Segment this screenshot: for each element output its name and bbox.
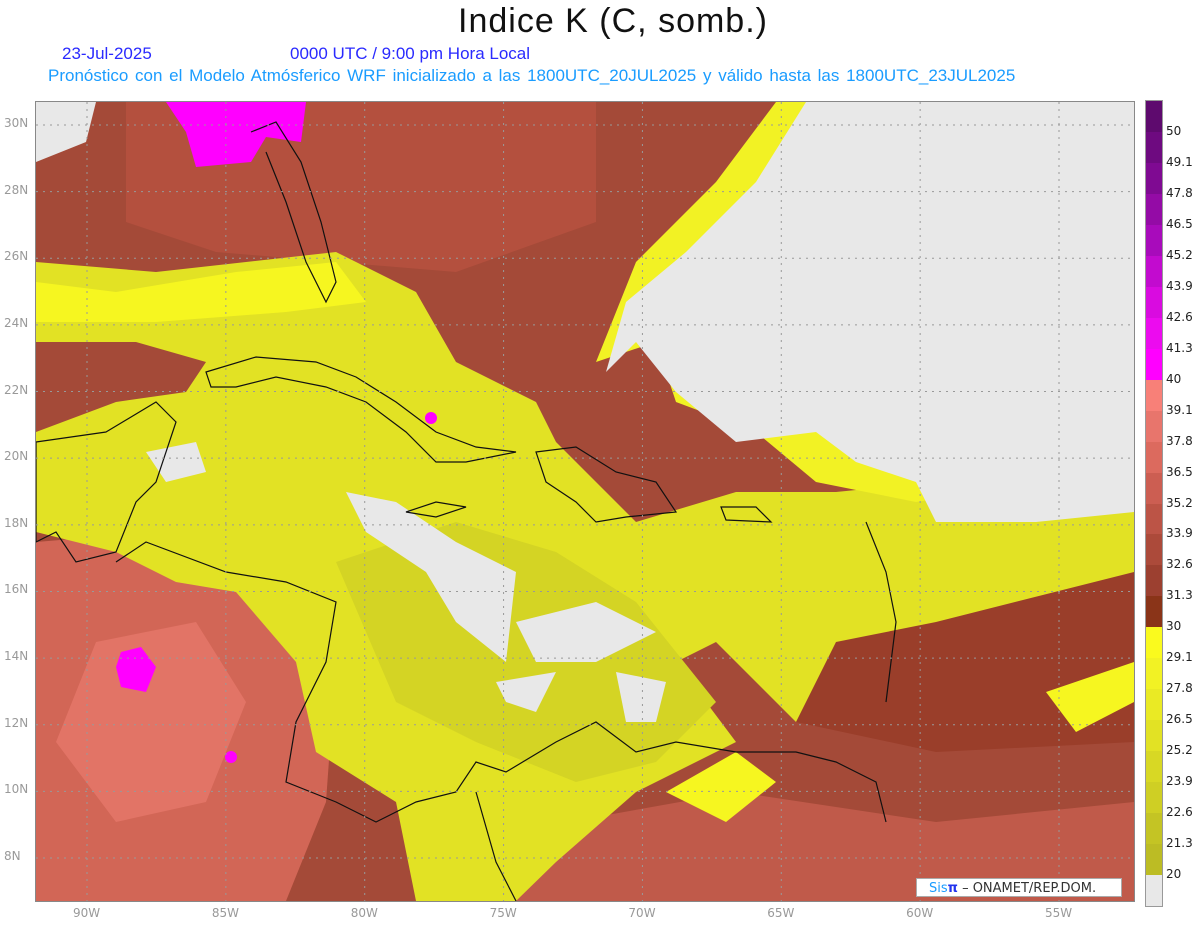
- credit-pi-logo: π: [947, 881, 958, 896]
- colorbar-label: 50: [1166, 123, 1182, 138]
- lon-tick-label: 90W: [73, 906, 101, 920]
- colorbar-label: 22.6: [1166, 805, 1193, 820]
- credit-text: – ONAMET/REP.DOM.: [957, 881, 1097, 896]
- colorbar-swatch: [1146, 534, 1162, 566]
- colorbar-swatch: [1146, 627, 1162, 659]
- lat-tick-label: 8N: [4, 849, 21, 863]
- colorbar-swatch: [1146, 162, 1162, 195]
- lon-tick-label: 85W: [211, 906, 239, 920]
- lon-tick-label: 75W: [489, 906, 517, 920]
- k-index-map: [35, 101, 1135, 902]
- colorbar-swatch: [1146, 596, 1162, 628]
- colorbar-swatch: [1146, 410, 1162, 443]
- colorbar-swatch: [1146, 101, 1162, 133]
- colorbar-swatch: [1146, 348, 1162, 381]
- colorbar-swatch: [1146, 844, 1162, 876]
- colorbar: [1145, 100, 1163, 907]
- lat-tick-label: 20N: [4, 449, 29, 464]
- lat-tick-label: 26N: [4, 249, 29, 264]
- colorbar-swatch: [1146, 317, 1162, 350]
- map-title: Indice K (C, somb.): [458, 2, 768, 40]
- colorbar-label: 31.3: [1166, 588, 1193, 603]
- colorbar-swatch: [1146, 658, 1162, 690]
- colorbar-label: 32.6: [1166, 557, 1193, 572]
- colorbar-label: 43.9: [1166, 278, 1193, 293]
- colorbar-label: 26.5: [1166, 712, 1193, 727]
- forecast-description: Pronóstico con el Modelo Atmósferico WRF…: [48, 66, 1016, 85]
- lon-tick-label: 60W: [906, 906, 934, 920]
- colorbar-swatch: [1146, 720, 1162, 752]
- lon-tick-label: 65W: [767, 906, 795, 920]
- colorbar-label: 35.2: [1166, 495, 1193, 510]
- colorbar-swatch: [1146, 379, 1162, 412]
- forecast-date: 23-Jul-2025: [62, 44, 152, 63]
- credit-box: Sisπ – ONAMET/REP.DOM.: [916, 878, 1122, 897]
- credit-sis: Sis: [929, 881, 948, 896]
- colorbar-label: 29.1: [1166, 650, 1193, 665]
- colorbar-swatch: [1146, 782, 1162, 814]
- colorbar-swatch: [1146, 224, 1162, 257]
- lat-tick-label: 14N: [4, 649, 29, 664]
- k-index-field: [35, 102, 1134, 902]
- lat-tick-label: 10N: [4, 782, 29, 797]
- lat-tick-label: 12N: [4, 715, 29, 730]
- colorbar-swatch: [1146, 441, 1162, 474]
- colorbar-swatch: [1146, 472, 1162, 504]
- colorbar-swatch: [1146, 813, 1162, 845]
- colorbar-label: 27.8: [1166, 681, 1193, 696]
- colorbar-label: 23.9: [1166, 774, 1193, 789]
- colorbar-label: 46.5: [1166, 216, 1193, 231]
- lat-tick-label: 30N: [4, 116, 29, 130]
- colorbar-swatch: [1146, 875, 1162, 907]
- colorbar-swatch: [1146, 255, 1162, 288]
- colorbar-label: 47.8: [1166, 185, 1193, 200]
- field-magenta-cuba: [425, 412, 437, 424]
- colorbar-swatch: [1146, 193, 1162, 226]
- colorbar-label: 49.1: [1166, 154, 1193, 169]
- lat-tick-label: 28N: [4, 182, 29, 197]
- colorbar-swatch: [1146, 751, 1162, 783]
- colorbar-swatch: [1146, 131, 1162, 164]
- colorbar-label: 25.2: [1166, 743, 1193, 758]
- colorbar-label: 45.2: [1166, 247, 1193, 262]
- colorbar-label: 30: [1166, 619, 1182, 634]
- lat-tick-label: 22N: [4, 382, 29, 397]
- lon-tick-label: 55W: [1045, 906, 1073, 920]
- field-magenta-nicaragua: [225, 751, 237, 763]
- lat-tick-label: 16N: [4, 582, 29, 597]
- lat-tick-label: 18N: [4, 515, 29, 530]
- colorbar-label: 21.3: [1166, 836, 1193, 851]
- colorbar-label: 40: [1166, 371, 1182, 386]
- lon-tick-label: 70W: [628, 906, 656, 920]
- colorbar-label: 37.8: [1166, 433, 1193, 448]
- colorbar-label: 36.5: [1166, 464, 1193, 479]
- colorbar-swatch: [1146, 286, 1162, 319]
- colorbar-swatch: [1146, 503, 1162, 535]
- colorbar-label: 42.6: [1166, 309, 1193, 324]
- lat-tick-label: 24N: [4, 315, 29, 330]
- colorbar-label: 39.1: [1166, 402, 1193, 417]
- lon-tick-label: 80W: [350, 906, 378, 920]
- colorbar-label: 33.9: [1166, 526, 1193, 541]
- colorbar-swatch: [1146, 565, 1162, 597]
- colorbar-label: 41.3: [1166, 340, 1193, 355]
- forecast-time: 0000 UTC / 9:00 pm Hora Local: [290, 44, 531, 63]
- colorbar-swatch: [1146, 689, 1162, 721]
- colorbar-label: 20: [1166, 867, 1182, 882]
